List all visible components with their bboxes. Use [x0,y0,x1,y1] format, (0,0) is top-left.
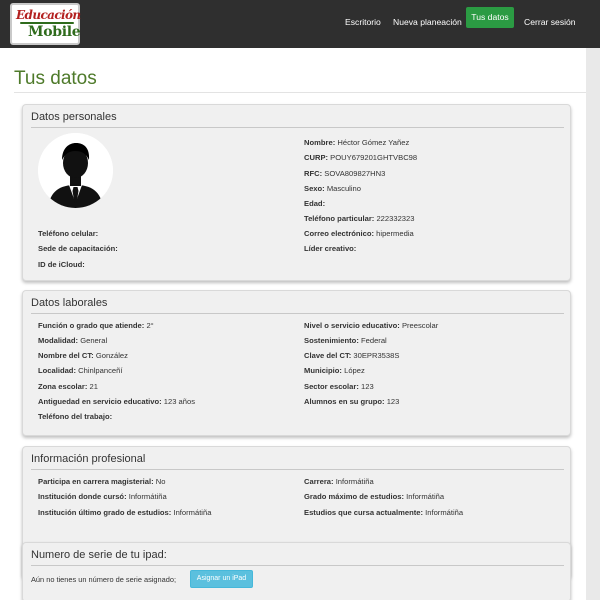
nav-tus-datos[interactable]: Tus datos [466,7,514,28]
nav-escritorio[interactable]: Escritorio [345,12,381,32]
panel-datos-personales: Datos personales Teléfono celular: Sede … [22,104,571,281]
field-antiguedad: Antiguedad en servicio educativo: 123 añ… [38,397,196,406]
panel-title: Información profesional [31,453,146,465]
panel-datos-laborales: Datos laborales Función o grado que atie… [22,290,571,436]
field-rfc: RFC: SOVA809827HN3 [304,169,386,178]
field-curp: CURP: POUY679201GHTVBC98 [304,153,418,162]
field-alumnos-grupo: Alumnos en su grupo: 123 [304,397,400,406]
nav-cerrar-sesion[interactable]: Cerrar sesión [524,12,576,32]
field-funcion-grado: Función o grado que atiende: 2° [38,321,154,330]
field-carrera-magisterial: Participa en carrera magisterial: No [38,477,166,486]
field-carrera: Carrera: Informátiña [304,477,374,486]
panel-title: Datos laborales [31,297,108,309]
user-avatar-icon [38,133,113,208]
panel-divider [31,127,564,128]
field-institucion-curso: Institución donde cursó: Informátiña [38,492,167,501]
panel-title: Numero de serie de tu ipad: [31,549,167,561]
panel-divider [31,313,564,314]
page-title: Tus datos [14,68,97,89]
field-clave-ct: Clave del CT: 30EPR3538S [304,351,400,360]
field-id-icloud: ID de iCloud: [38,260,85,269]
field-edad: Edad: [304,199,326,208]
field-institucion-ultimo-grado: Institución último grado de estudios: In… [38,508,212,517]
field-sexo: Sexo: Masculino [304,184,361,193]
field-telefono-particular: Teléfono particular: 222332323 [304,214,415,223]
field-grado-maximo: Grado máximo de estudios: Informátiña [304,492,445,501]
field-nombre-ct: Nombre del CT: González [38,351,128,360]
field-nivel-servicio: Nivel o servicio educativo: Preescolar [304,321,439,330]
field-telefono-trabajo: Teléfono del trabajo: [38,412,113,421]
field-nombre: Nombre: Héctor Gómez Yañez [304,138,410,147]
field-correo: Correo electrónico: hipermedia [304,229,414,238]
logo-line1: Educación [16,8,81,22]
logo-line2: Mobile [28,24,81,40]
panel-title: Datos personales [31,111,117,123]
field-lider-creativo: Líder creativo: [304,244,357,253]
top-navbar: Educación Mobile Escritorio Nueva planea… [0,0,600,48]
main-content: Tus datos Datos personales Teléfono celu… [0,48,586,600]
page-scrollbar[interactable] [586,48,600,600]
title-divider [14,92,586,93]
field-telefono-celular: Teléfono celular: [38,229,99,238]
ipad-message: Aún no tienes un número de serie asignad… [31,575,177,584]
field-sector-escolar: Sector escolar: 123 [304,382,374,391]
field-zona-escolar: Zona escolar: 21 [38,382,98,391]
assign-ipad-button[interactable]: Asignar un iPad [190,570,253,588]
panel-divider [31,469,564,470]
panel-divider [31,565,564,566]
field-sede-capacitacion: Sede de capacitación: [38,244,118,253]
field-localidad: Localidad: Chinlpanceñí [38,366,123,375]
field-municipio: Municipio: López [304,366,365,375]
educacion-mobile-logo[interactable]: Educación Mobile [10,3,81,45]
field-estudios-actuales: Estudios que cursa actualmente: Informát… [304,508,464,517]
panel-ipad: Numero de serie de tu ipad: Aún no tiene… [22,542,571,600]
nav-nueva-planeacion[interactable]: Nueva planeación [393,12,462,32]
field-modalidad: Modalidad: General [38,336,108,345]
field-sostenimiento: Sostenimiento: Federal [304,336,387,345]
